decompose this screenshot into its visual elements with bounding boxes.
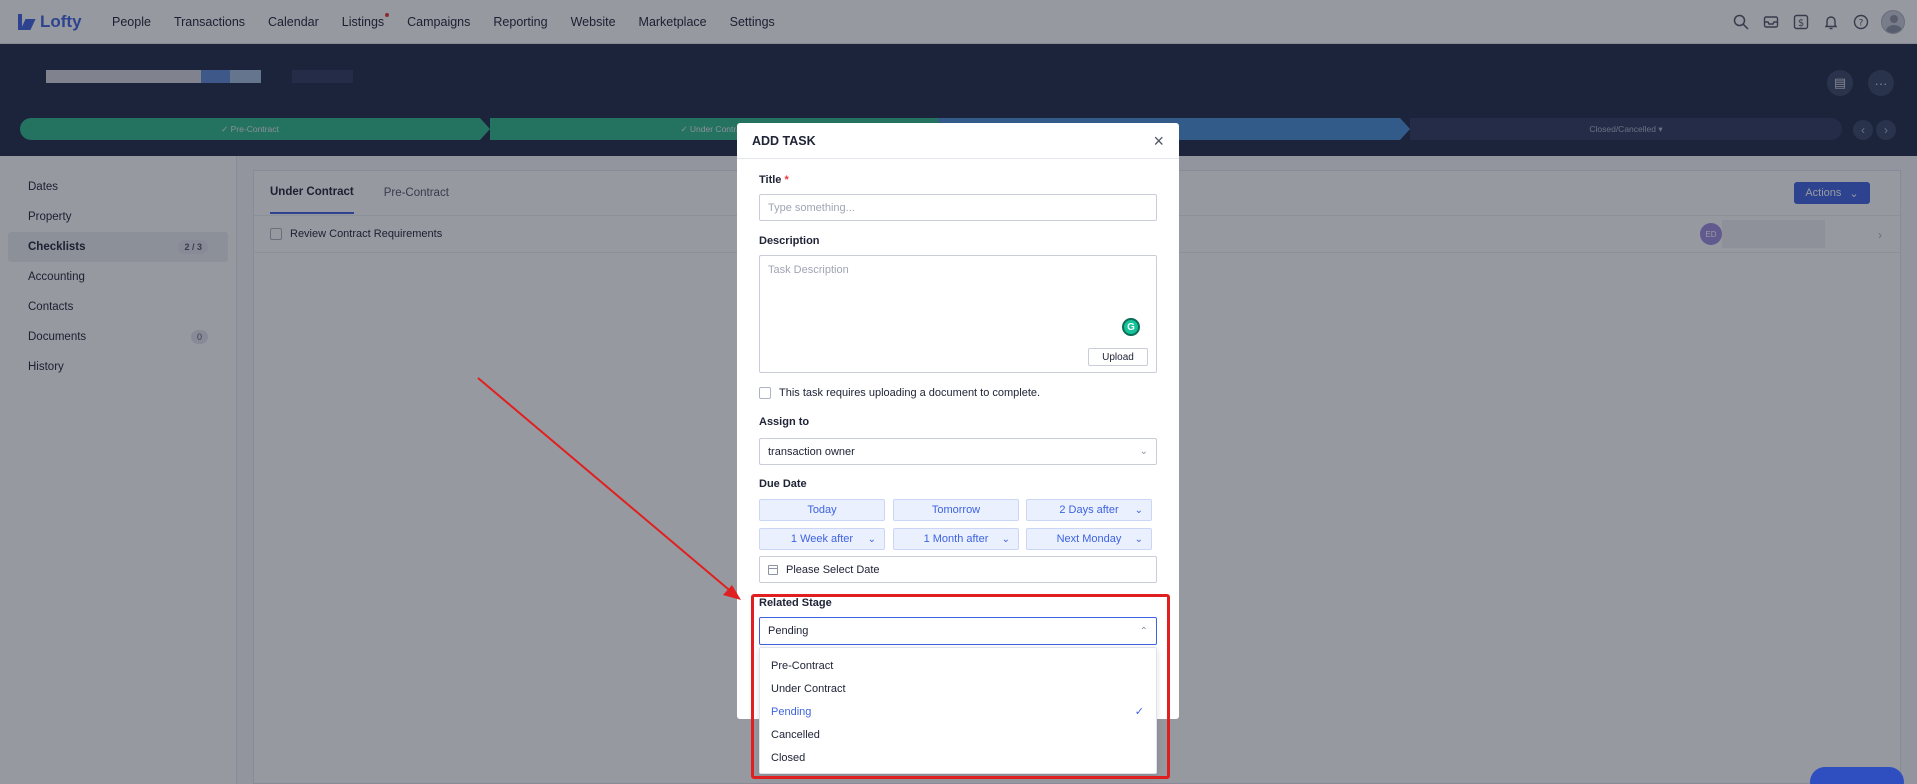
phone-chat-button[interactable] (1810, 767, 1904, 784)
annotation-arrow-icon (477, 377, 741, 600)
